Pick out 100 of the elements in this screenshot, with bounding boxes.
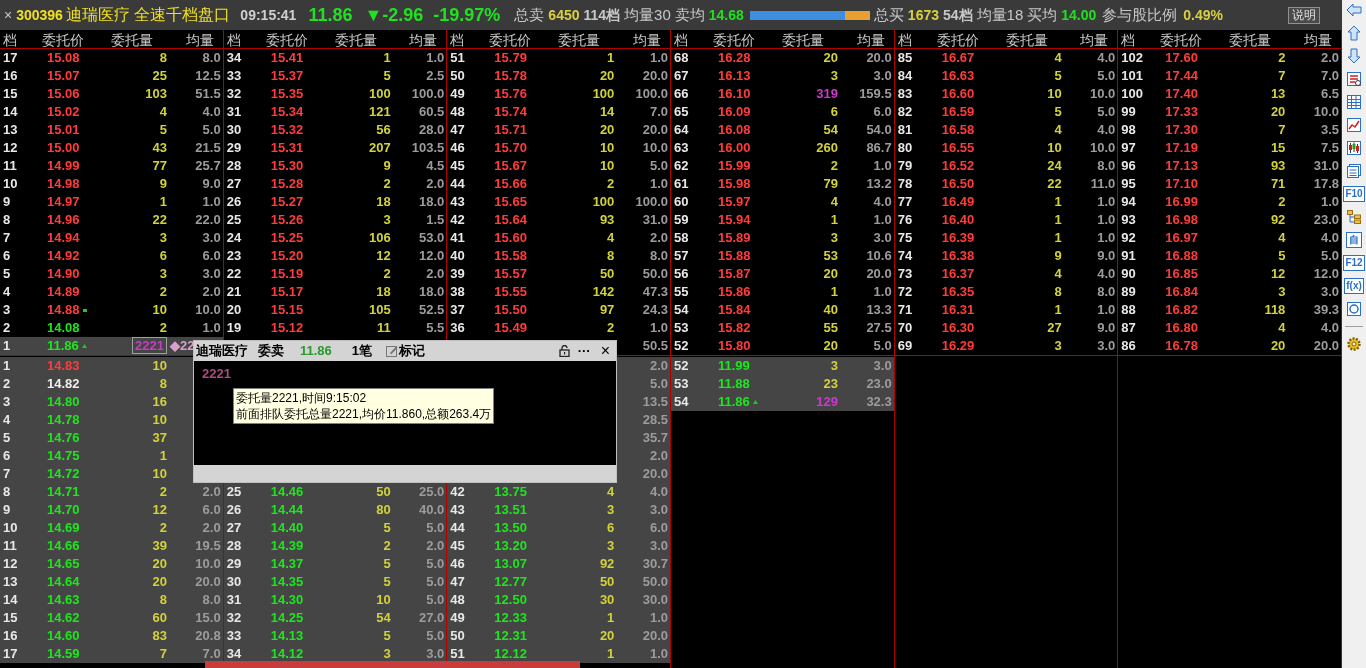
order-price: 14.63	[47, 591, 80, 609]
buy-average-qty: 均量18	[976, 4, 1024, 25]
order-quantity: 39	[152, 538, 167, 553]
toolbar-button[interactable]: F10	[1343, 186, 1365, 202]
average-quantity: 1.0	[1097, 230, 1116, 245]
level-number: 10	[3, 176, 18, 191]
arrow-down-icon	[1346, 48, 1362, 64]
average-quantity: 6.5	[1320, 86, 1340, 101]
average-quantity: 28.5	[642, 412, 668, 427]
order-price: 16.82	[1165, 301, 1198, 319]
average-quantity: 8.0	[1097, 158, 1116, 173]
order-quantity: 3	[1278, 284, 1286, 299]
order-price: 15.80	[718, 337, 751, 355]
help-button[interactable]: 说明	[1288, 6, 1320, 24]
level-number: 8	[3, 484, 11, 499]
average-quantity: 17.8	[1313, 176, 1340, 191]
order-price: 16.29	[941, 337, 975, 355]
level-number: 47	[450, 574, 465, 589]
order-price: 14.88	[47, 301, 80, 319]
order-price: 16.09	[718, 103, 751, 121]
share-label: 参与股比例	[1102, 4, 1178, 25]
level-number: 13	[3, 122, 18, 137]
column-header: 均量	[185, 32, 214, 48]
order-quantity: 5	[159, 122, 167, 137]
order-price: 17.44	[1165, 67, 1198, 85]
toolbar-button[interactable]	[1346, 140, 1362, 156]
average-quantity: 103.5	[411, 140, 445, 155]
level-number: 87	[1121, 320, 1136, 335]
buy-levels: 54档	[943, 5, 973, 25]
order-quantity: 92	[599, 556, 615, 571]
average-quantity: 25.0	[419, 484, 445, 499]
average-quantity: 4.5	[426, 158, 445, 173]
average-quantity: 39.3	[1313, 302, 1340, 317]
average-quantity: 10.0	[195, 302, 221, 317]
toolbar-button[interactable]: 自	[1346, 232, 1362, 248]
order-price: 14.39	[270, 537, 304, 555]
toolbar-button[interactable]	[1346, 117, 1362, 133]
order-price: 15.01	[47, 121, 80, 139]
average-quantity: 5.0	[1097, 104, 1116, 119]
toolbar-button[interactable]	[1346, 71, 1362, 87]
level-number: 11	[3, 158, 17, 173]
order-quantity: 97	[599, 302, 615, 317]
column-header: 委托价	[936, 32, 979, 48]
level-number: 65	[674, 104, 689, 119]
average-quantity: 30.0	[642, 592, 668, 607]
level-number: 24	[226, 230, 242, 245]
average-quantity: 40.0	[419, 502, 445, 517]
order-price: 14.71	[47, 483, 80, 501]
level-number: 51	[450, 646, 465, 661]
average-quantity: 2.0	[426, 538, 445, 553]
level-number: 50	[450, 68, 465, 83]
order-quantity: 100	[592, 194, 615, 209]
level-number: 16	[3, 628, 18, 643]
level-number: 51	[450, 50, 465, 65]
column-header: 均量	[1304, 32, 1333, 48]
percent-change: -19.97%	[433, 3, 501, 27]
popup-title: 迪瑞医疗	[196, 342, 248, 361]
average-quantity: 2.0	[649, 448, 668, 463]
mark-button[interactable]: 标记	[386, 341, 426, 361]
more-button[interactable]: ···	[577, 346, 591, 356]
order-quantity: 1	[607, 646, 615, 661]
edit-icon	[386, 345, 399, 357]
order-price: 14.64	[47, 573, 80, 591]
average-quantity: 1.0	[649, 610, 668, 625]
level-number: 28	[226, 538, 242, 553]
order-quantity: 6	[607, 520, 615, 535]
column-header: 档	[674, 32, 688, 48]
order-price: 15.65	[494, 193, 527, 211]
level-number: 37	[450, 302, 465, 317]
average-quantity: 23.0	[866, 376, 892, 391]
close-button[interactable]: ×	[600, 343, 610, 359]
level-number: 32	[226, 610, 242, 625]
order-quantity: 121	[368, 104, 391, 119]
order-price: 15.35	[270, 85, 304, 103]
average-quantity: 47.3	[642, 284, 668, 299]
average-quantity: 8.0	[202, 50, 221, 65]
average-quantity: 23.0	[1313, 212, 1340, 227]
order-quantity: 103	[145, 86, 167, 101]
level-number: 13	[3, 574, 18, 589]
lock-button[interactable]	[558, 345, 570, 357]
order-volume: 2221	[202, 365, 232, 383]
level-number: 101	[1121, 68, 1144, 83]
average-quantity: 4.0	[202, 104, 221, 119]
order-quantity: 5	[383, 628, 391, 643]
buy-average-label: 买均	[1027, 4, 1058, 25]
order-price: 11.99	[718, 357, 750, 375]
sell-average-label: 卖均	[674, 4, 705, 25]
toolbar-button[interactable]: F12	[1343, 255, 1365, 271]
order-quantity: 4	[1054, 122, 1062, 137]
level-number: 76	[897, 212, 913, 227]
average-quantity: 1.0	[202, 194, 221, 209]
level-number: 84	[897, 68, 913, 83]
toolbar-button[interactable]: f(x)	[1344, 278, 1364, 294]
level-number: 59	[674, 212, 689, 227]
order-price: 16.35	[941, 283, 975, 301]
close-button[interactable]: ×	[4, 4, 13, 26]
average-quantity: 3.0	[202, 230, 221, 245]
order-price: 15.70	[494, 139, 527, 157]
level-number: 77	[897, 194, 913, 209]
order-price: 16.55	[941, 139, 975, 157]
